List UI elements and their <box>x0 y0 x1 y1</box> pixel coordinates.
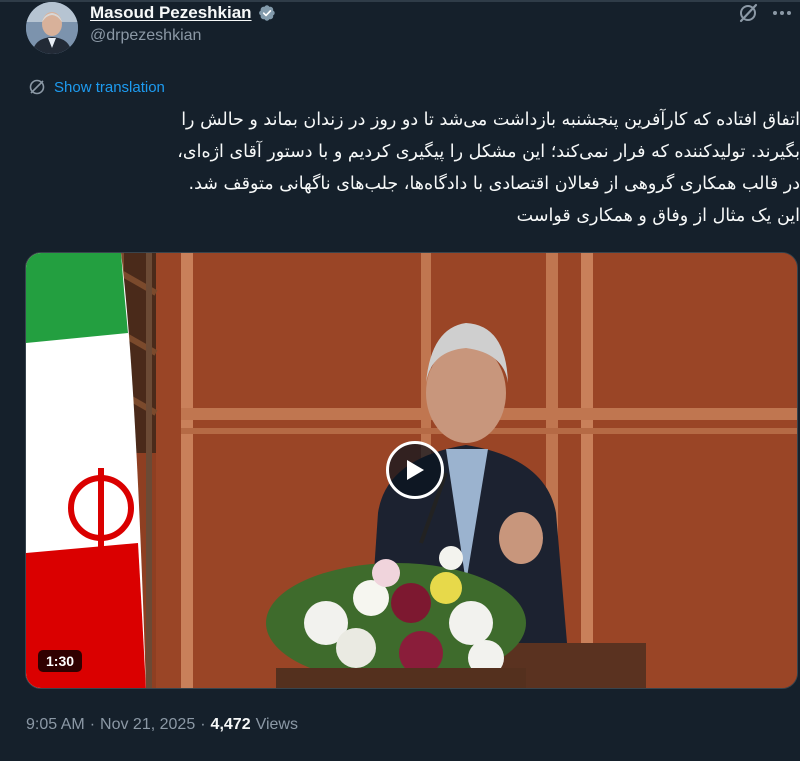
video-duration: 1:30 <box>38 650 83 672</box>
verified-badge-icon <box>258 5 275 21</box>
tweet-line: بگیرند. تولیدکننده که فرار نمی‌کند؛ این … <box>177 142 800 162</box>
tweet-time[interactable]: 9:05 AM <box>26 716 85 734</box>
tweet-line: اتفاق افتاده که کارآفرین پنجشنبه بازداشت… <box>181 110 800 130</box>
globe-icon <box>29 79 45 95</box>
author-handle[interactable]: @drpezeshkian <box>90 27 201 45</box>
grok-icon[interactable] <box>737 2 759 24</box>
show-translation-label: Show translation <box>54 78 165 96</box>
tweet-text: اتفاق افتاده که کارآفرین پنجشنبه بازداشت… <box>26 104 800 232</box>
more-icon[interactable] <box>768 2 796 24</box>
meta-separator: · <box>89 716 96 733</box>
tweet-meta: 9:05 AM · Nov 21, 2025 · 4,472 Views <box>26 716 298 734</box>
tweet-line: این یک مثال از وفاق و همکاری قواست <box>516 206 800 226</box>
play-icon <box>407 460 424 480</box>
meta-separator: · <box>200 716 206 733</box>
author-name[interactable]: Masoud Pezeshkian <box>90 3 252 23</box>
views-count: 4,472 <box>210 716 251 733</box>
video-player[interactable]: 1:30 <box>25 252 798 689</box>
tweet-date[interactable]: Nov 21, 2025 <box>100 716 195 734</box>
tweet-line: در قالب همکاری گروهی از فعالان اقتصادی ب… <box>188 174 800 194</box>
play-button[interactable] <box>386 441 444 499</box>
avatar[interactable] <box>26 2 78 54</box>
show-translation-button[interactable]: Show translation <box>28 78 165 96</box>
views-label: Views <box>255 716 298 733</box>
